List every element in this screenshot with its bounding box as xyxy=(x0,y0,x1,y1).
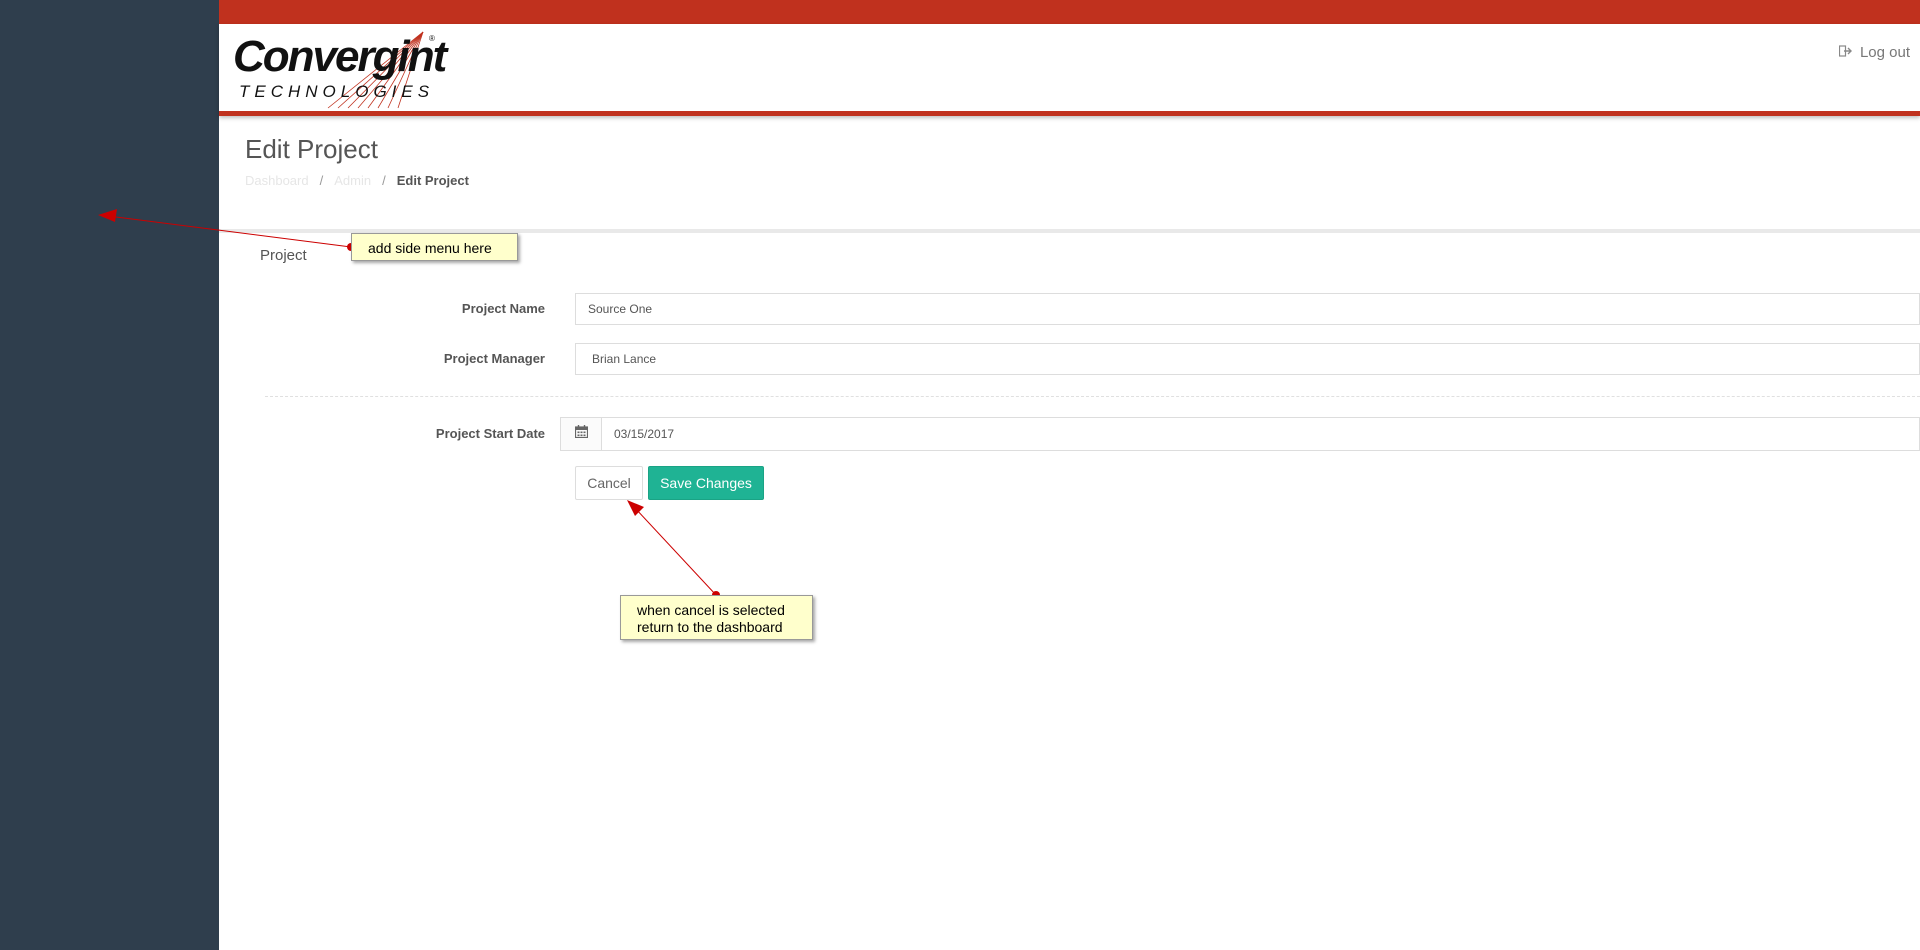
side-menu-arrow xyxy=(98,209,355,251)
cancel-arrow xyxy=(627,500,720,599)
annotation-side-menu-text: add side menu here xyxy=(368,240,492,256)
annotation-cancel-line-2: return to the dashboard xyxy=(637,619,783,635)
annotation-side-menu: add side menu here xyxy=(351,233,518,261)
annotation-cancel-line-1: when cancel is selected xyxy=(637,602,785,618)
annotation-arrows xyxy=(98,209,720,599)
annotation-cancel: when cancel is selected return to the da… xyxy=(620,595,813,640)
